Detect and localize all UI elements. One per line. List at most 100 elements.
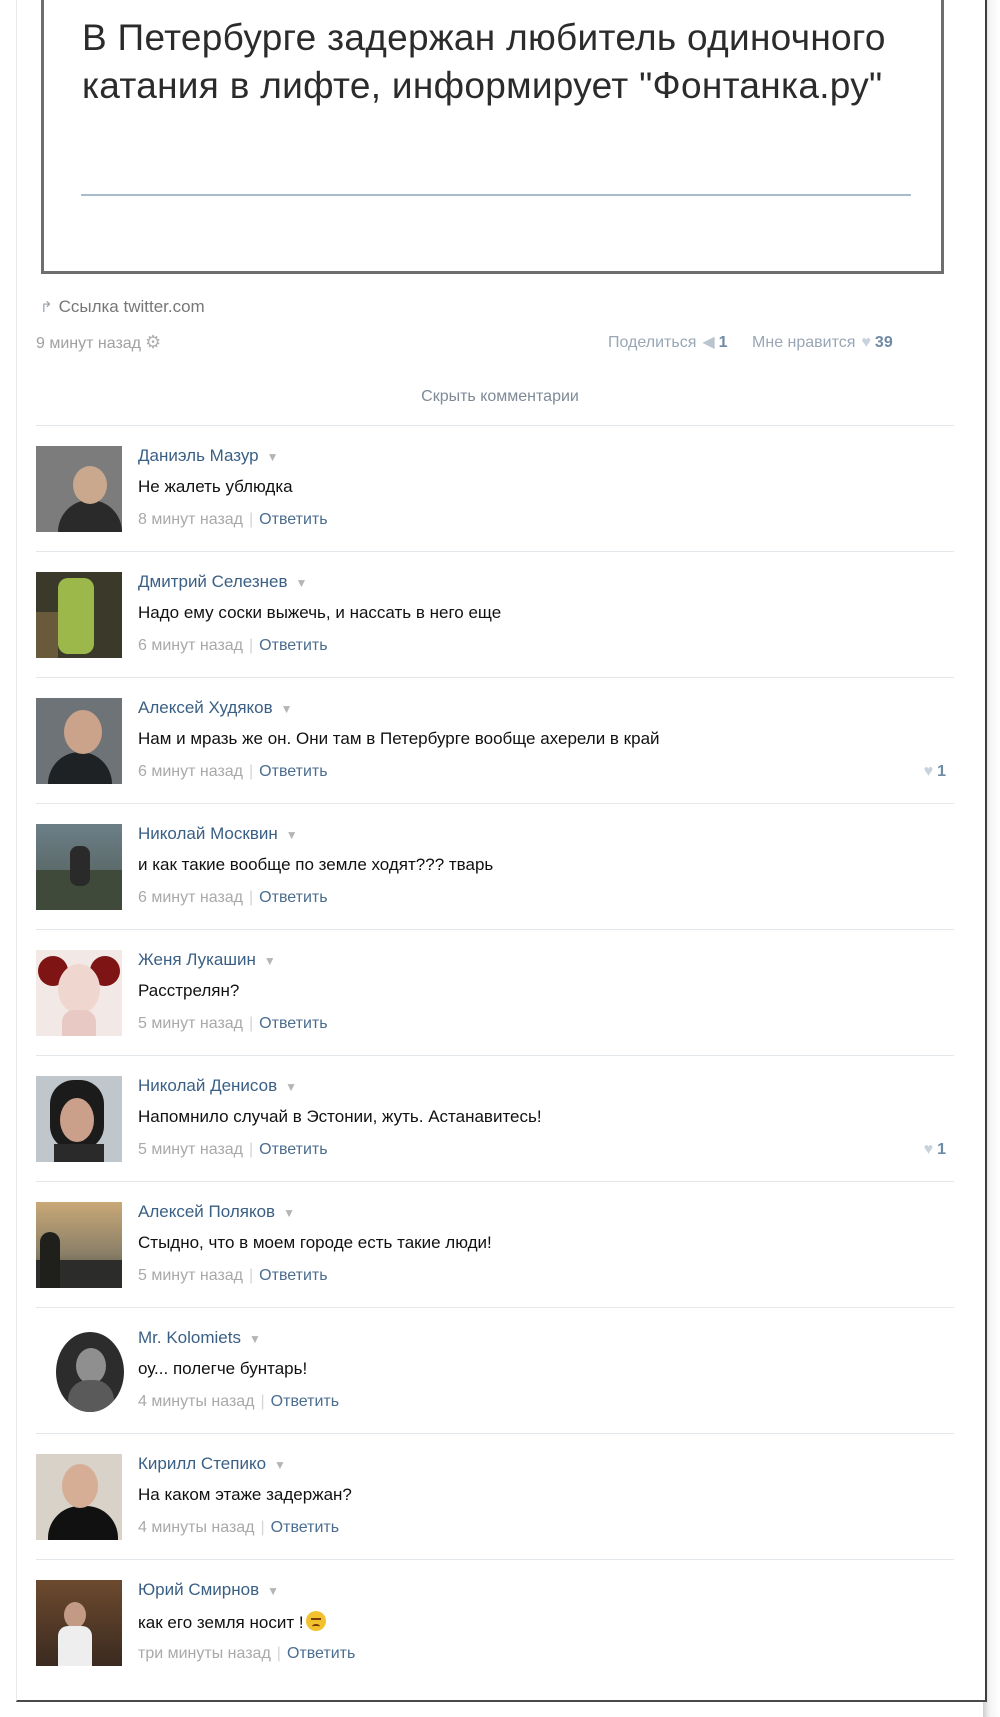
avatar[interactable]: [36, 824, 122, 910]
caret-down-icon[interactable]: ▼: [274, 1458, 286, 1472]
comment-meta: 8 минут назад | Ответить: [138, 511, 328, 528]
comment-time[interactable]: 5 минут назад: [138, 1015, 243, 1032]
post-actions: Поделиться ◀ 1 Мне нравится ♥ 39: [608, 332, 893, 352]
comment-meta: 6 минут назад | Ответить: [138, 889, 328, 906]
post-title[interactable]: В Петербурге задержан любитель одиночног…: [82, 14, 902, 110]
comment-text: Нам и мразь же он. Они там в Петербурге …: [138, 729, 660, 748]
caret-down-icon[interactable]: ▼: [264, 954, 276, 968]
comment-author[interactable]: Николай Москвин ▼: [138, 824, 298, 844]
share-button[interactable]: Поделиться: [608, 334, 696, 351]
reply-link[interactable]: Ответить: [271, 1519, 339, 1536]
heart-icon[interactable]: ♥: [924, 1141, 934, 1158]
caret-down-icon[interactable]: ▼: [285, 1080, 297, 1094]
reply-link[interactable]: Ответить: [259, 637, 327, 654]
post-time: 9 минут назад ⚙: [36, 332, 161, 353]
avatar[interactable]: [36, 1076, 122, 1162]
like-button[interactable]: Мне нравится: [752, 334, 855, 351]
caret-down-icon[interactable]: ▼: [267, 1584, 279, 1598]
divider: [36, 425, 954, 426]
post-time-label[interactable]: 9 минут назад: [36, 335, 141, 352]
reply-link[interactable]: Ответить: [259, 1015, 327, 1032]
divider: [36, 677, 954, 678]
caret-down-icon[interactable]: ▼: [296, 576, 308, 590]
avatar[interactable]: [56, 1332, 124, 1412]
comment: Алексей Худяков ▼ Нам и мразь же он. Они …: [36, 698, 954, 824]
link-preview-card[interactable]: В Петербурге задержан любитель одиночног…: [41, 0, 944, 274]
comment-time[interactable]: 6 минут назад: [138, 889, 243, 906]
comment-time[interactable]: 4 минуты назад: [138, 1393, 255, 1410]
reply-link[interactable]: Ответить: [287, 1645, 355, 1662]
caret-down-icon[interactable]: ▼: [249, 1332, 261, 1346]
comment-author[interactable]: Николай Денисов ▼: [138, 1076, 297, 1096]
caret-down-icon[interactable]: ▼: [281, 702, 293, 716]
comment-meta: 4 минуты назад | Ответить: [138, 1393, 340, 1410]
avatar[interactable]: [36, 572, 122, 658]
comment-author[interactable]: Алексей Худяков ▼: [138, 698, 293, 718]
comment-text: и как такие вообще по земле ходят??? тва…: [138, 855, 494, 874]
heart-icon[interactable]: ♥: [924, 763, 934, 780]
divider: [36, 1433, 954, 1434]
share-count: 1: [718, 334, 728, 351]
avatar[interactable]: [36, 1580, 122, 1666]
reply-link[interactable]: Ответить: [259, 763, 327, 780]
comment-time[interactable]: 5 минут назад: [138, 1141, 243, 1158]
comment-author[interactable]: Алексей Поляков ▼: [138, 1202, 295, 1222]
comment: Женя Лукашин ▼ Расстрелян? 5 минут назад |…: [36, 950, 954, 1076]
comment-like[interactable]: ♥ 1: [924, 763, 946, 781]
comment: Николай Москвин ▼ и как такие вообще по з…: [36, 824, 954, 950]
divider: [36, 1307, 954, 1308]
comment-time[interactable]: 4 минуты назад: [138, 1519, 255, 1536]
comment-author[interactable]: Mr. Kolomiets ▼: [138, 1328, 261, 1348]
caret-down-icon[interactable]: ▼: [286, 828, 298, 842]
comment-meta: 6 минут назад | Ответить: [138, 763, 328, 780]
comment-text: Стыдно, что в моем городе есть такие люд…: [138, 1233, 492, 1252]
hide-comments-link[interactable]: Скрыть комментарии: [0, 388, 1000, 406]
megaphone-icon[interactable]: ◀: [702, 334, 714, 351]
comment: Юрий Смирнов ▼ как его земля носит ! три …: [36, 1580, 954, 1706]
reply-link[interactable]: Ответить: [271, 1393, 339, 1410]
comment-author[interactable]: Кирилл Степико ▼: [138, 1454, 286, 1474]
reply-link[interactable]: Ответить: [259, 1141, 327, 1158]
comment-author[interactable]: Дмитрий Селезнев ▼: [138, 572, 307, 592]
comment-text: Надо ему соски выжечь, и нассать в него …: [138, 603, 502, 622]
comment-text: как его земля носит !: [138, 1611, 326, 1633]
avatar[interactable]: [36, 1454, 122, 1540]
comment-author[interactable]: Даниэль Мазур ▼: [138, 446, 279, 466]
caret-down-icon[interactable]: ▼: [283, 1206, 295, 1220]
divider: [36, 1181, 954, 1182]
comment-meta: 4 минуты назад | Ответить: [138, 1519, 340, 1536]
reply-link[interactable]: Ответить: [259, 511, 327, 528]
reply-link[interactable]: Ответить: [259, 889, 327, 906]
like-count: 39: [874, 334, 893, 351]
avatar[interactable]: [36, 698, 122, 784]
comment-text: оу... полегче бунтарь!: [138, 1359, 308, 1378]
avatar[interactable]: [36, 446, 122, 532]
reply-link[interactable]: Ответить: [259, 1267, 327, 1284]
avatar[interactable]: [36, 950, 122, 1036]
comment-time[interactable]: три минуты назад: [138, 1645, 271, 1662]
caret-down-icon[interactable]: ▼: [267, 450, 279, 464]
source-link[interactable]: ↱ Ссылка twitter.com: [40, 297, 205, 317]
source-link-label[interactable]: Ссылка twitter.com: [59, 297, 205, 316]
comment: Николай Денисов ▼ Напомнило случай в Эсто…: [36, 1076, 954, 1202]
divider: [36, 929, 954, 930]
comment-time[interactable]: 6 минут назад: [138, 637, 243, 654]
comment-author[interactable]: Женя Лукашин ▼: [138, 950, 276, 970]
comment-like[interactable]: ♥ 1: [924, 1141, 946, 1159]
divider: [36, 1559, 954, 1560]
comment-time[interactable]: 5 минут назад: [138, 1267, 243, 1284]
comment-time[interactable]: 6 минут назад: [138, 763, 243, 780]
comment: Mr. Kolomiets ▼ оу... полегче бунтарь! 4 …: [36, 1328, 954, 1454]
comment: Алексей Поляков ▼ Стыдно, что в моем горо…: [36, 1202, 954, 1328]
comment: Кирилл Степико ▼ На каком этаже задержан?…: [36, 1454, 954, 1580]
gear-icon[interactable]: ⚙: [145, 332, 161, 352]
comment-author[interactable]: Юрий Смирнов ▼: [138, 1580, 279, 1600]
heart-icon[interactable]: ♥: [861, 334, 871, 351]
avatar[interactable]: [36, 1202, 122, 1288]
comment-time[interactable]: 8 минут назад: [138, 511, 243, 528]
divider: [36, 551, 954, 552]
comment-text: Напомнило случай в Эстонии, жуть. Астана…: [138, 1107, 542, 1126]
external-link-icon: ↱: [40, 299, 53, 316]
comment-meta: 6 минут назад | Ответить: [138, 637, 328, 654]
comment-meta: 5 минут назад | Ответить: [138, 1015, 328, 1032]
